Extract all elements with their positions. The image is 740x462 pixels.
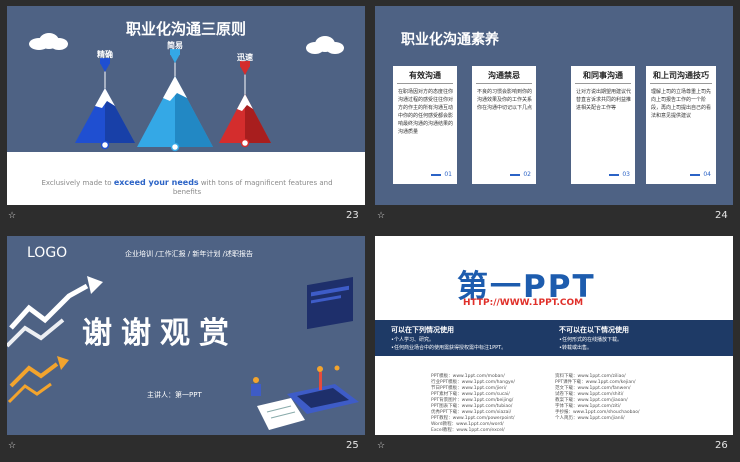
star-icon[interactable]: ☆	[8, 211, 16, 221]
card-heading: 和同事沟通	[583, 71, 623, 80]
card-heading: 沟通禁忌	[488, 71, 520, 80]
star-icon[interactable]: ☆	[8, 441, 16, 451]
slide-number: 24	[715, 210, 728, 221]
info-card: 和同事沟通 让对方说出期望用建议代替直言诉求共同的利益推进相关配合工作等 03	[571, 66, 635, 184]
card-body: 让对方说出期望用建议代替直言诉求共同的利益推进相关配合工作等	[576, 89, 632, 111]
mountains-illustration	[29, 33, 344, 152]
allowed-title: 可以在下列情况使用	[391, 326, 454, 334]
usage-band: 可以在下列情况使用 •个人学习、研究。 •任何商业场合中的使用需获得授权需中标注…	[375, 320, 733, 356]
forbidden-title: 不可以在以下情况使用	[559, 326, 629, 334]
info-card: 有效沟通 在职场因对方的态度往你沟通过程的感受往往你对方的作主的所有沟通互动中你…	[393, 66, 457, 184]
slide-number: 26	[715, 440, 728, 451]
card-body: 在职场因对方的态度往你沟通过程的感受往往你对方的作主的所有沟通互动中你的的任何感…	[398, 89, 454, 135]
allowed-item: •任何商业场合中的使用需获得授权需中标注1PPT。	[391, 345, 507, 351]
card-heading: 和上司沟通技巧	[653, 71, 709, 80]
links-left: PPT模板：www.1ppt.com/moban/ 行业PPT模板：www.1p…	[431, 374, 515, 434]
star-icon[interactable]: ☆	[377, 441, 385, 451]
slide-number: 23	[346, 210, 359, 221]
info-card: 和上司沟通技巧 理解上司的立场尊重上司先向上司报告工作的一个阶段，再向上司提出自…	[646, 66, 716, 184]
card-number: 03	[622, 171, 630, 178]
thanks-heading: 谢谢观赏	[82, 316, 238, 351]
link-item[interactable]: 个人简历：www.1ppt.com/jianli/	[555, 416, 639, 422]
card-heading: 有效沟通	[409, 71, 441, 80]
principle-label: 简易	[167, 41, 183, 50]
principle-label: 迅速	[237, 53, 253, 62]
speaker-label: 主讲人：第一PPT	[147, 391, 202, 399]
card-number: 02	[523, 171, 531, 178]
slide-thumbnail-25[interactable]: LOGO 企业培训 /工作汇报 / 新年计划 /述职报告 谢谢观赏 主讲人：第一…	[7, 236, 365, 435]
card-body: 理解上司的立场尊重上司先向上司报告工作的一个阶段，再向上司提出自己的看法和意见提…	[651, 89, 712, 119]
slide-number: 25	[346, 440, 359, 451]
link-item[interactable]: Excel教程：www.1ppt.com/excel/	[431, 428, 515, 434]
card-body: 不良的习惯会影响到你的沟通效果及你的工作关系你在沟通中切记以下几点	[477, 89, 533, 111]
allowed-item: •个人学习、研究。	[391, 337, 434, 343]
slide-title: 职业化沟通素养	[401, 32, 499, 48]
card-number: 04	[703, 171, 711, 178]
brand-url: HTTP://WWW.1PPT.COM	[463, 298, 584, 308]
links-right: 资料下载：www.1ppt.com/ziliao/ PPT课件下载：www.1p…	[555, 374, 639, 422]
principle-label: 精确	[97, 50, 113, 59]
forbidden-item: •转载或出售。	[559, 345, 592, 351]
slide-thumbnail-26[interactable]: 第一PPT HTTP://WWW.1PPT.COM 可以在下列情况使用 •个人学…	[375, 236, 733, 435]
slide-thumbnail-24[interactable]: 职业化沟通素养 有效沟通 在职场因对方的态度往你沟通过程的感受往往你对方的作主的…	[375, 6, 733, 205]
forbidden-item: •任何形式的在线播放下载。	[559, 337, 622, 343]
star-icon[interactable]: ☆	[377, 211, 385, 221]
info-card: 沟通禁忌 不良的习惯会影响到你的沟通效果及你的工作关系你在沟通中切记以下几点 0…	[472, 66, 536, 184]
cloud-icon	[29, 33, 344, 54]
slide-caption: Exclusively made to exceed your needs wi…	[41, 178, 333, 196]
slide-thumbnail-23[interactable]: 职业化沟通三原则 精确 简易 迅速 Exclusively made to ex…	[7, 6, 365, 205]
card-number: 01	[444, 171, 452, 178]
